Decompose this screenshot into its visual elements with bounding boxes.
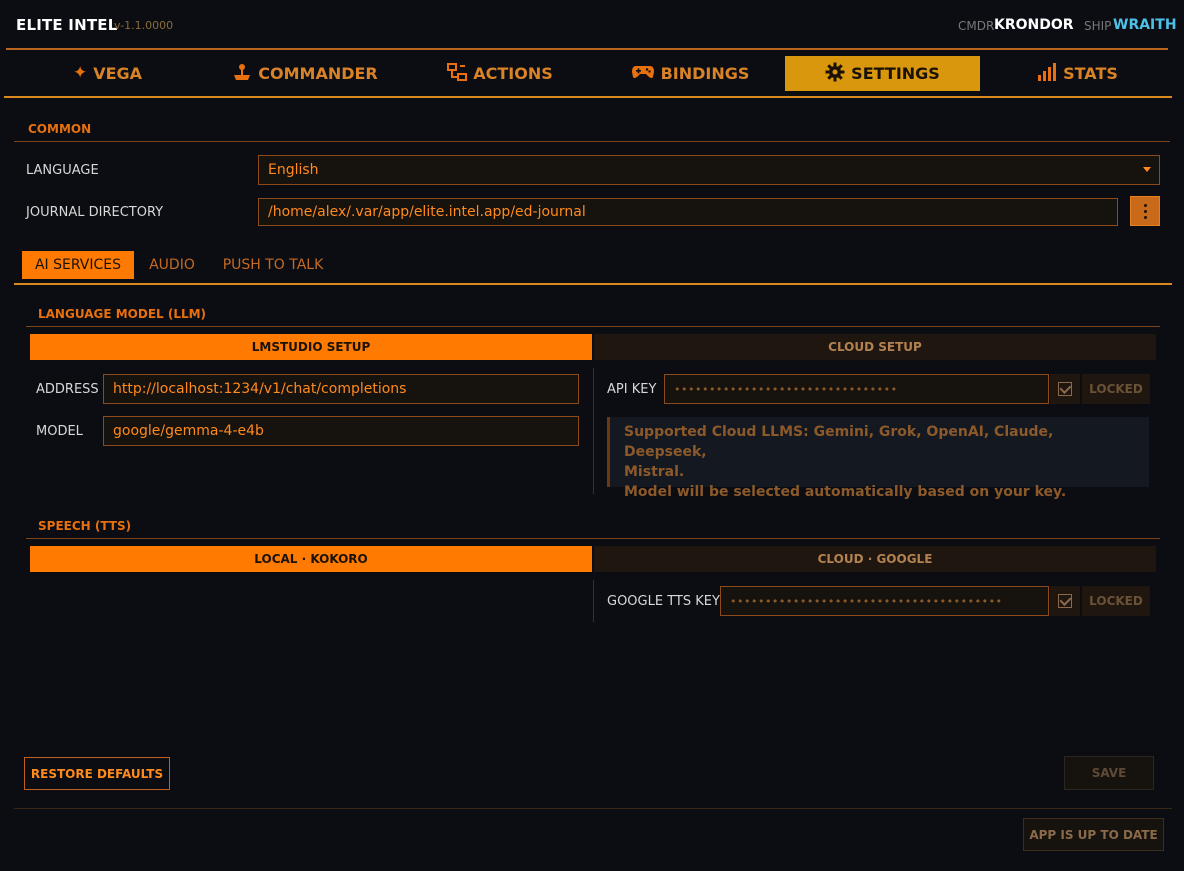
kebab-dot [1143, 203, 1147, 207]
language-label: LANGUAGE [26, 163, 99, 178]
tts-key-locked-button[interactable]: LOCKED [1082, 586, 1150, 616]
nav-stats[interactable]: STATS [980, 56, 1175, 91]
tabs-divider [14, 283, 1172, 285]
flow-icon [447, 62, 468, 85]
model-input[interactable]: google/gemma-4-e4b [103, 416, 579, 446]
nav-label: VEGA [93, 64, 143, 83]
google-tts-key-input[interactable]: ••••••••••••••••••••••••••••••••••••••• [720, 586, 1049, 616]
title-divider [6, 48, 1168, 50]
joystick-icon [232, 63, 252, 85]
llm-divider [26, 326, 1160, 327]
app-title: ELITE INTEL [16, 16, 118, 34]
tab-push-to-talk[interactable]: PUSH TO TALK [214, 251, 332, 279]
llm-section-title: LANGUAGE MODEL (LLM) [38, 307, 207, 321]
model-value: google/gemma-4-e4b [113, 423, 264, 439]
save-button[interactable]: SAVE [1064, 756, 1154, 790]
nav-label: STATS [1063, 64, 1118, 83]
nav-label: ACTIONS [473, 64, 553, 83]
restore-defaults-button[interactable]: RESTORE DEFAULTS [24, 757, 170, 790]
common-section-title: COMMON [28, 122, 92, 136]
footer-divider [14, 808, 1172, 809]
cloud-llm-info: Supported Cloud LLMS: Gemini, Grok, Open… [607, 417, 1149, 500]
info-line: Supported Cloud LLMS: Gemini, Grok, Open… [624, 424, 1054, 460]
gamepad-icon [631, 64, 655, 84]
api-key-input[interactable]: •••••••••••••••••••••••••••••••• [664, 374, 1049, 404]
kebab-dot [1143, 215, 1147, 219]
address-input[interactable]: http://localhost:1234/v1/chat/completion… [103, 374, 579, 404]
common-divider [14, 141, 1170, 142]
ship-label: SHIP [1084, 19, 1112, 33]
cmdr-label: CMDR [958, 19, 995, 33]
update-status-button[interactable]: APP IS UP TO DATE [1023, 818, 1164, 851]
cloud-google-tab[interactable]: CLOUD · GOOGLE [594, 546, 1156, 572]
address-value: http://localhost:1234/v1/chat/completion… [113, 381, 407, 397]
nav-divider [4, 96, 1172, 98]
browse-directory-button[interactable] [1130, 196, 1160, 226]
api-key-mask: •••••••••••••••••••••••••••••••• [674, 382, 898, 396]
cloud-setup-tab[interactable]: CLOUD SETUP [594, 334, 1156, 360]
address-label: ADDRESS [36, 382, 99, 397]
tts-key-lock-checkbox[interactable] [1050, 586, 1080, 616]
bar-chart-icon [1037, 62, 1057, 85]
language-value: English [268, 162, 319, 178]
app-version: v-1.1.0000 [114, 19, 174, 32]
kebab-dot [1143, 209, 1147, 213]
sparkle-icon: ✦ [72, 63, 88, 83]
nav-label: SETTINGS [851, 64, 940, 83]
model-label: MODEL [36, 424, 83, 439]
nav-bindings[interactable]: BINDINGS [595, 56, 785, 91]
nav-label: BINDINGS [660, 64, 750, 83]
local-kokoro-tab[interactable]: LOCAL · KOKORO [30, 546, 592, 572]
nav-actions[interactable]: ACTIONS [405, 56, 595, 91]
api-key-lock-checkbox[interactable] [1050, 374, 1080, 404]
checkbox-checked-icon [1058, 382, 1072, 396]
chevron-down-icon [1143, 167, 1151, 172]
nav-label: COMMANDER [258, 64, 378, 83]
info-line: Mistral. [624, 464, 685, 480]
gear-icon [825, 62, 845, 86]
tts-section-title: SPEECH (TTS) [38, 519, 132, 533]
nav-commander[interactable]: COMMANDER [205, 56, 405, 91]
nav-settings[interactable]: SETTINGS [785, 56, 980, 91]
ship-name: WRAITH [1113, 17, 1177, 33]
journal-directory-value: /home/alex/.var/app/elite.intel.app/ed-j… [268, 204, 586, 220]
info-line: Model will be selected automatically bas… [624, 484, 1067, 500]
tab-audio[interactable]: AUDIO [140, 251, 204, 279]
journal-directory-label: JOURNAL DIRECTORY [26, 205, 164, 220]
api-key-locked-button[interactable]: LOCKED [1082, 374, 1150, 404]
tts-divider [26, 538, 1160, 539]
lmstudio-setup-tab[interactable]: LMSTUDIO SETUP [30, 334, 592, 360]
google-tts-key-label: GOOGLE TTS KEY [607, 594, 720, 609]
column-divider [593, 368, 594, 494]
google-tts-key-mask: ••••••••••••••••••••••••••••••••••••••• [730, 594, 1003, 608]
column-divider [593, 580, 594, 622]
checkbox-checked-icon [1058, 594, 1072, 608]
nav-vega[interactable]: ✦ VEGA [10, 56, 205, 91]
journal-directory-input[interactable]: /home/alex/.var/app/elite.intel.app/ed-j… [258, 198, 1118, 226]
cmdr-name: KRONDOR [994, 17, 1074, 33]
tab-ai-services[interactable]: AI SERVICES [22, 251, 134, 279]
language-select[interactable]: English [258, 155, 1160, 185]
api-key-label: API KEY [607, 382, 657, 397]
